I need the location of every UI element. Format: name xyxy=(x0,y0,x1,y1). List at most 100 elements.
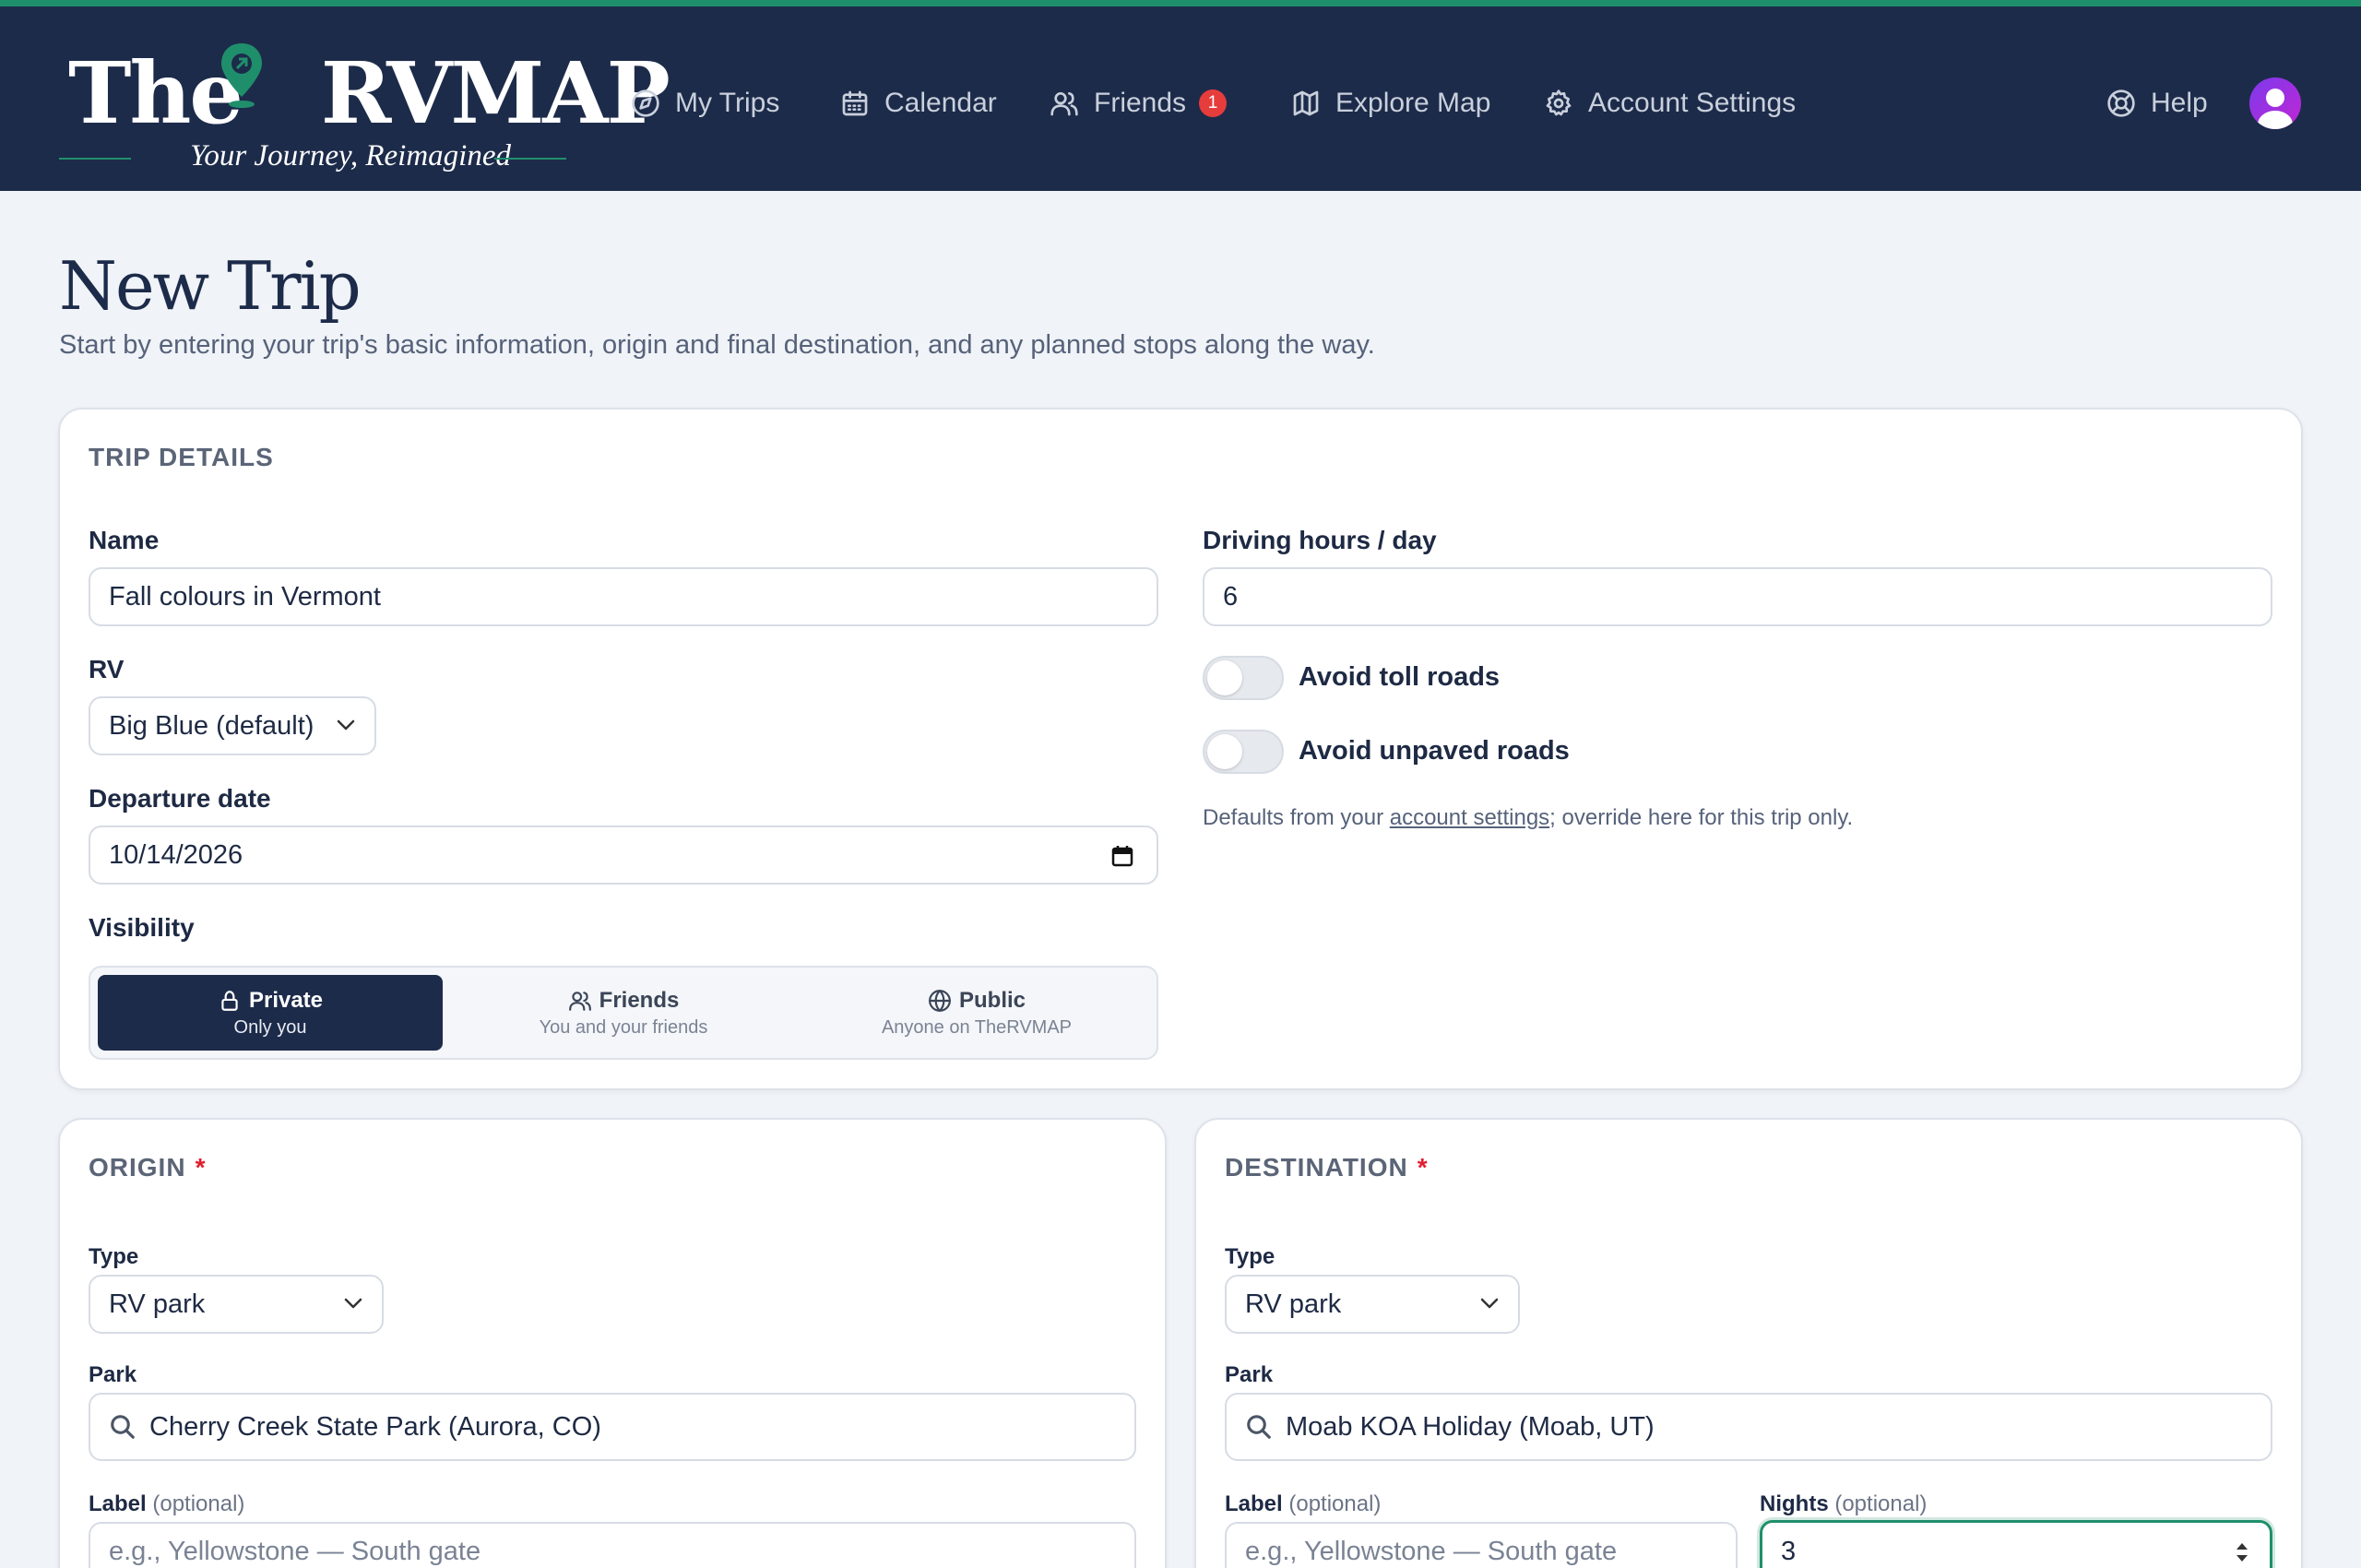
nights-label: Nights (optional) xyxy=(1760,1491,1927,1517)
origin-type-value: RV park xyxy=(109,1289,206,1319)
nav-calendar-label: Calendar xyxy=(884,88,997,118)
destination-type-label: Type xyxy=(1225,1244,1275,1269)
optional-hint: (optional) xyxy=(1288,1491,1382,1516)
private-option-sub: Only you xyxy=(233,1016,307,1038)
friends-badge: 1 xyxy=(1199,89,1228,117)
nights-input[interactable]: 3 xyxy=(1760,1520,2272,1568)
required-marker: * xyxy=(195,1153,207,1182)
logo-wordmark: The RVMAP xyxy=(68,43,670,143)
avoid-toll-toggle[interactable] xyxy=(1203,656,1284,700)
departure-label: Departure date xyxy=(89,784,271,813)
defaults-note-suffix: ; override here for this trip only. xyxy=(1549,805,1854,830)
compass-icon xyxy=(632,89,659,117)
gear-icon xyxy=(1546,89,1572,116)
origin-label-label-text: Label xyxy=(89,1491,147,1516)
nav-explore-map[interactable]: Explore Map xyxy=(1291,80,1490,126)
destination-park-value: Moab KOA Holiday (Moab, UT) xyxy=(1286,1411,1655,1442)
avoid-unpaved-toggle[interactable] xyxy=(1203,730,1284,774)
departure-date-input[interactable]: 10/14/2026 xyxy=(89,826,1158,885)
defaults-note-prefix: Defaults from your xyxy=(1203,805,1390,830)
trip-name-value: Fall colours in Vermont xyxy=(109,581,381,612)
name-label: Name xyxy=(89,526,160,554)
driving-hours-value: 6 xyxy=(1223,581,1239,612)
nav-friends-label: Friends xyxy=(1094,88,1187,118)
visibility-public-option[interactable]: Public Anyone on TheRVMAP xyxy=(804,975,1149,1051)
destination-type-value: RV park xyxy=(1245,1289,1342,1319)
origin-park-value: Cherry Creek State Park (Aurora, CO) xyxy=(149,1411,601,1442)
nights-value: 3 xyxy=(1781,1536,1797,1566)
origin-type-select[interactable]: RV park xyxy=(89,1275,384,1334)
lock-icon xyxy=(221,990,238,1011)
origin-park-label: Park xyxy=(89,1362,137,1387)
destination-label-placeholder: e.g., Yellowstone — South gate xyxy=(1245,1536,1618,1566)
public-option-label: Public xyxy=(958,987,1026,1013)
defaults-note: Defaults from your account settings; ove… xyxy=(1203,805,1853,831)
accent-strip xyxy=(0,0,2361,6)
destination-park-label: Park xyxy=(1225,1362,1274,1387)
nav-account-settings[interactable]: Account Settings xyxy=(1544,80,1796,126)
users-icon xyxy=(1050,92,1078,116)
origin-title-text: ORIGIN xyxy=(89,1153,186,1182)
tagline-rule-right xyxy=(494,158,566,160)
origin-label-label: Label (optional) xyxy=(89,1491,244,1517)
map-icon xyxy=(1293,90,1319,116)
origin-park-search-input[interactable]: Cherry Creek State Park (Aurora, CO) xyxy=(89,1393,1136,1461)
visibility-segmented-control: Private Only you Friends You and your fr… xyxy=(89,966,1158,1060)
users-icon xyxy=(568,991,591,1011)
rv-select-value: Big Blue (default) xyxy=(109,710,314,741)
nights-label-text: Nights xyxy=(1760,1491,1829,1516)
destination-type-select[interactable]: RV park xyxy=(1225,1275,1520,1334)
origin-title: ORIGIN * xyxy=(89,1153,206,1182)
spinner-arrows-icon[interactable] xyxy=(2233,1539,2251,1565)
destination-label-label: Label (optional) xyxy=(1225,1491,1381,1517)
nav-calendar[interactable]: Calendar xyxy=(840,80,997,126)
lifebuoy-icon xyxy=(2107,89,2135,117)
optional-hint: (optional) xyxy=(1834,1491,1928,1516)
calendar-picker-icon[interactable] xyxy=(1110,844,1134,868)
required-marker: * xyxy=(1417,1153,1429,1182)
nav-account-settings-label: Account Settings xyxy=(1588,88,1797,118)
visibility-private-option[interactable]: Private Only you xyxy=(98,975,443,1051)
public-option-sub: Anyone on TheRVMAP xyxy=(881,1016,1073,1038)
trip-details-title: TRIP DETAILS xyxy=(89,443,274,471)
friends-option-sub: You and your friends xyxy=(539,1016,708,1038)
driving-hours-input[interactable]: 6 xyxy=(1203,567,2272,626)
destination-park-search-input[interactable]: Moab KOA Holiday (Moab, UT) xyxy=(1225,1393,2272,1461)
globe-icon xyxy=(929,989,951,1012)
calendar-icon xyxy=(842,90,868,116)
rv-select[interactable]: Big Blue (default) xyxy=(89,696,376,755)
private-option-label: Private xyxy=(248,987,324,1013)
driving-hours-label: Driving hours / day xyxy=(1203,526,1437,554)
origin-label-input[interactable]: e.g., Yellowstone — South gate xyxy=(89,1522,1136,1568)
nav-explore-map-label: Explore Map xyxy=(1335,88,1491,118)
optional-hint: (optional) xyxy=(152,1491,245,1516)
visibility-label: Visibility xyxy=(89,913,195,942)
avoid-unpaved-label: Avoid unpaved roads xyxy=(1299,736,1570,766)
nav-my-trips[interactable]: My Trips xyxy=(631,80,779,126)
tagline-rule-left xyxy=(59,158,131,160)
nav-help-label: Help xyxy=(2151,88,2208,118)
rv-label: RV xyxy=(89,655,125,683)
nav-friends[interactable]: Friends 1 xyxy=(1050,80,1228,126)
visibility-friends-option[interactable]: Friends You and your friends xyxy=(451,975,796,1051)
logo[interactable]: The RVMAP Your Journey, Reimagined xyxy=(59,38,670,185)
destination-label-input[interactable]: e.g., Yellowstone — South gate xyxy=(1225,1522,1738,1568)
account-settings-link[interactable]: account settings xyxy=(1390,805,1549,830)
logo-tagline: Your Journey, Reimagined xyxy=(190,139,511,172)
nav-help[interactable]: Help xyxy=(2106,80,2208,126)
search-icon xyxy=(111,1415,135,1439)
avatar-head xyxy=(2266,89,2284,107)
trip-name-input[interactable]: Fall colours in Vermont xyxy=(89,567,1158,626)
page-subtitle: Start by entering your trip's basic info… xyxy=(59,330,1375,360)
avatar[interactable] xyxy=(2249,77,2301,129)
avatar-body xyxy=(2258,111,2293,129)
destination-title: DESTINATION * xyxy=(1225,1153,1429,1182)
avoid-toll-label: Avoid toll roads xyxy=(1299,662,1501,692)
top-navbar: The RVMAP Your Journey, Reimagined My Tri… xyxy=(0,6,2361,191)
origin-label-placeholder: e.g., Yellowstone — South gate xyxy=(109,1536,481,1566)
nav-my-trips-label: My Trips xyxy=(675,88,780,118)
chevron-down-icon xyxy=(337,719,355,731)
departure-date-value: 10/14/2026 xyxy=(109,839,243,870)
chevron-down-icon xyxy=(344,1298,362,1309)
origin-type-label: Type xyxy=(89,1244,139,1269)
